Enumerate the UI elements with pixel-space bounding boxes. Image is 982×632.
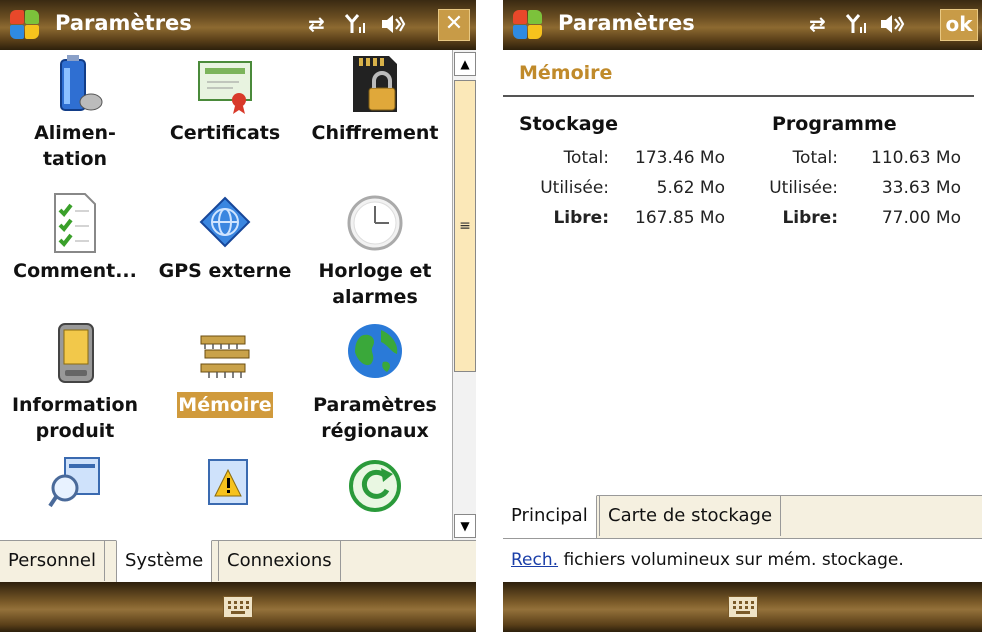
program-total-label: Total: xyxy=(792,148,838,168)
settings-system-screen: Paramètres ⇄ ✕ Alimen- tation Certificat… xyxy=(0,0,476,632)
settings-item-comment[interactable]: Comment... xyxy=(0,188,150,318)
settings-item-partial-1[interactable] xyxy=(0,452,150,540)
windows-start-icon[interactable] xyxy=(513,10,543,40)
memory-chip-icon xyxy=(197,322,253,384)
tab-connexions[interactable]: Connexions xyxy=(218,541,341,581)
item-label-selected: Mémoire xyxy=(177,392,273,418)
reset-icon xyxy=(347,454,403,516)
settings-item-gps-externe[interactable]: GPS externe xyxy=(150,188,300,318)
item-label: Horloge et alarmes xyxy=(318,260,432,308)
title-bar: Paramètres ⇄ ok xyxy=(503,0,982,50)
settings-item-horloge[interactable]: Horloge et alarmes xyxy=(300,188,450,318)
scroll-up-arrow[interactable]: ▲ xyxy=(454,52,476,76)
item-label: Alimen- tation xyxy=(34,122,116,170)
soft-key-bar xyxy=(503,582,982,632)
window-title: Paramètres xyxy=(55,11,192,35)
tab-systeme[interactable]: Système xyxy=(116,540,213,583)
encryption-lock-icon xyxy=(347,54,403,116)
program-header: Programme xyxy=(772,113,897,135)
tab-bar: Personnel Système Connexions xyxy=(0,540,476,583)
window-title: Paramètres xyxy=(558,11,695,35)
soft-key-bar xyxy=(0,582,476,632)
battery-icon xyxy=(47,54,103,116)
warning-icon xyxy=(197,454,253,516)
device-icon xyxy=(47,322,103,384)
settings-item-certificats[interactable]: Certificats xyxy=(150,50,300,190)
item-label: Paramètres régionaux xyxy=(313,394,437,442)
storage-free-value: 167.85 Mo xyxy=(635,208,725,228)
clock-icon xyxy=(347,192,403,254)
settings-item-alimentation[interactable]: Alimen- tation xyxy=(0,50,150,190)
memory-screen: Paramètres ⇄ ok Mémoire Stockage Program… xyxy=(503,0,982,632)
program-free-label: Libre: xyxy=(782,208,838,228)
title-bar: Paramètres ⇄ ✕ xyxy=(0,0,476,50)
storage-total-label: Total: xyxy=(563,148,609,168)
search-large-files-note: Rech. fichiers volumineux sur mém. stock… xyxy=(511,550,904,570)
settings-item-information-produit[interactable]: Information produit xyxy=(0,318,150,453)
gps-globe-icon xyxy=(197,192,253,254)
tab-personnel[interactable]: Personnel xyxy=(0,541,105,581)
connectivity-icon[interactable]: ⇄ xyxy=(308,12,325,36)
item-label: Chiffrement xyxy=(311,122,439,144)
program-used-value: 33.63 Mo xyxy=(881,178,961,198)
keyboard-icon[interactable] xyxy=(223,596,253,618)
settings-item-partial-3[interactable] xyxy=(300,452,450,540)
item-label: Information produit xyxy=(11,394,139,442)
signal-strength-icon[interactable] xyxy=(845,12,869,41)
settings-item-partial-2[interactable] xyxy=(150,452,300,540)
storage-free-label: Libre: xyxy=(553,208,609,228)
rech-link[interactable]: Rech. xyxy=(511,550,558,570)
certificate-icon xyxy=(197,54,253,116)
settings-item-parametres-regionaux[interactable]: Paramètres régionaux xyxy=(300,318,450,453)
connectivity-icon[interactable]: ⇄ xyxy=(809,12,826,36)
item-label: Comment... xyxy=(13,260,137,282)
tab-bar: Principal Carte de stockage xyxy=(503,495,982,538)
section-heading: Mémoire xyxy=(519,62,613,84)
tab-carte-de-stockage[interactable]: Carte de stockage xyxy=(599,496,782,536)
storage-header: Stockage xyxy=(519,113,619,135)
search-windows-icon xyxy=(47,454,103,516)
scroll-down-arrow[interactable]: ▼ xyxy=(454,514,476,538)
speaker-icon[interactable] xyxy=(879,12,905,41)
keyboard-icon[interactable] xyxy=(727,596,758,618)
vertical-scrollbar[interactable]: ▲ ≡ ▼ xyxy=(452,50,476,540)
checklist-icon xyxy=(47,192,103,254)
speaker-icon[interactable] xyxy=(380,12,406,41)
signal-strength-icon[interactable] xyxy=(344,12,368,41)
item-label: Certificats xyxy=(169,122,281,144)
tab-principal[interactable]: Principal xyxy=(503,495,597,538)
storage-used-value: 5.62 Mo xyxy=(656,178,725,198)
program-used-label: Utilisée: xyxy=(769,178,838,198)
storage-used-label: Utilisée: xyxy=(540,178,609,198)
earth-globe-icon xyxy=(347,320,403,382)
close-button[interactable]: ✕ xyxy=(438,9,470,41)
ok-button[interactable]: ok xyxy=(940,9,978,41)
divider xyxy=(503,95,974,97)
note-text: fichiers volumineux sur mém. stockage. xyxy=(558,550,904,570)
program-total-value: 110.63 Mo xyxy=(871,148,961,168)
settings-item-memoire[interactable]: Mémoire xyxy=(150,318,300,453)
windows-start-icon[interactable] xyxy=(10,10,40,40)
storage-total-value: 173.46 Mo xyxy=(635,148,725,168)
scroll-thumb[interactable]: ≡ xyxy=(454,80,476,372)
item-label: GPS externe xyxy=(158,260,292,282)
settings-icon-grid: Alimen- tation Certificats Chiffrement C… xyxy=(0,50,452,540)
program-free-value: 77.00 Mo xyxy=(881,208,961,228)
settings-item-chiffrement[interactable]: Chiffrement xyxy=(300,50,450,190)
